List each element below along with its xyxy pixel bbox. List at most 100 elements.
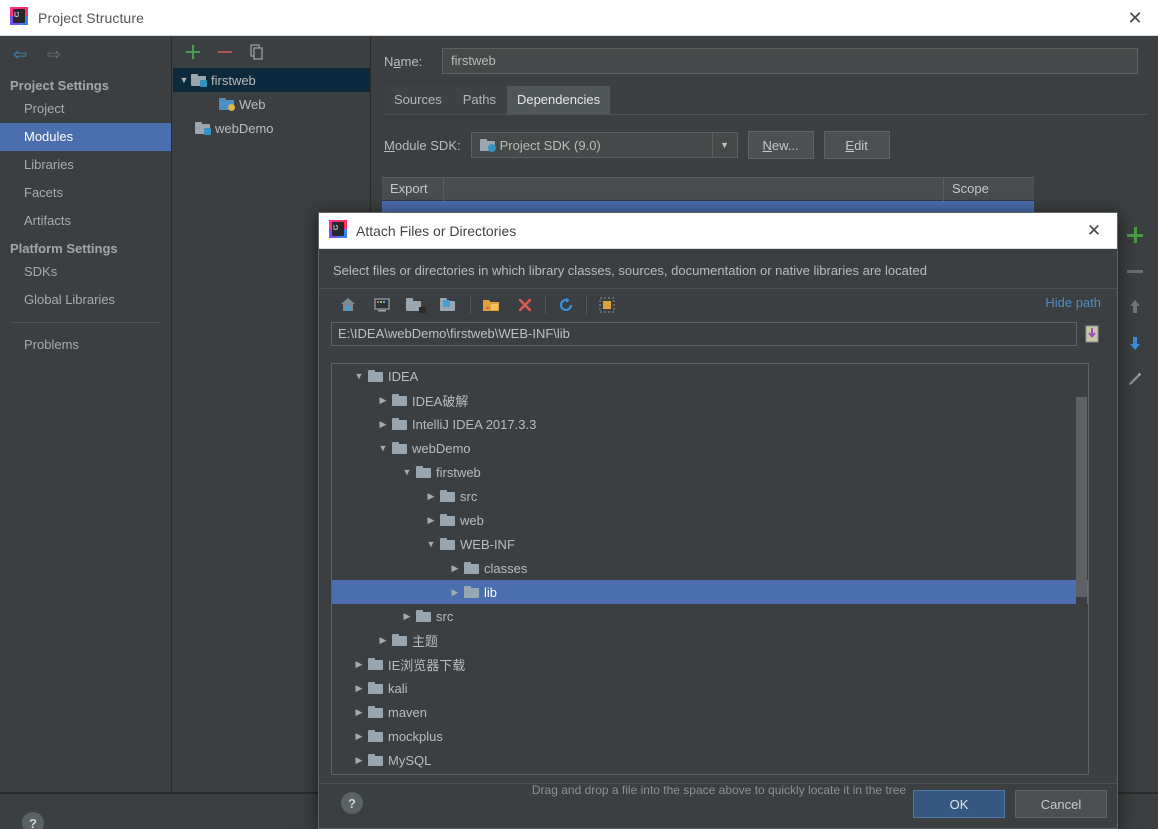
path-input[interactable]: E:\IDEA\webDemo\firstweb\WEB-INF\lib [331, 322, 1077, 346]
edit-sdk-button[interactable]: Edit [823, 131, 890, 159]
window-titlebar: Project Structure ✕ [0, 0, 1158, 36]
scrollbar-thumb[interactable] [1076, 397, 1087, 597]
column-header-export[interactable]: Export [382, 177, 444, 201]
chevron-right-icon[interactable]: ▶ [350, 683, 368, 694]
cancel-button[interactable]: Cancel [1015, 790, 1107, 818]
arrow-left-icon[interactable]: ⇦ [10, 44, 30, 64]
tree-row-src-2[interactable]: ▶ src [332, 604, 1088, 628]
tree-row-web-inf[interactable]: ▼ WEB-INF [332, 532, 1088, 556]
sidebar-item-global-libraries[interactable]: Global Libraries [0, 286, 171, 314]
attach-files-dialog: Attach Files or Directories ✕ Select fil… [318, 212, 1118, 829]
chevron-right-icon[interactable]: ▶ [374, 395, 392, 406]
plus-icon[interactable] [1126, 226, 1144, 244]
column-header-name[interactable] [444, 177, 944, 201]
tree-row-lib[interactable]: ▶ lib [332, 580, 1088, 604]
tree-row-label: classes [484, 560, 528, 576]
chevron-right-icon[interactable]: ▶ [350, 731, 368, 742]
ok-button[interactable]: OK [913, 790, 1005, 818]
module-tree-row-web[interactable]: Web [173, 92, 370, 116]
tree-row-idea[interactable]: ▼ IDEA [332, 364, 1088, 388]
chevron-right-icon[interactable]: ▶ [398, 611, 416, 622]
file-tree[interactable]: ▼ IDEA ▶ IDEA破解 ▶ IntelliJ IDEA 2017.3.3… [331, 363, 1089, 775]
column-header-scope[interactable]: Scope [944, 177, 1034, 201]
chevron-right-icon[interactable]: ▶ [446, 587, 464, 598]
folder-icon [368, 730, 383, 742]
close-icon[interactable]: ✕ [1071, 213, 1117, 249]
tree-row-label: 主题 [412, 633, 439, 649]
chevron-down-icon[interactable]: ▼ [711, 133, 737, 157]
sidebar-item-project[interactable]: Project [0, 95, 171, 123]
hidden-files-icon[interactable] [590, 292, 624, 318]
tree-row-theme[interactable]: ▶ 主题 [332, 628, 1088, 652]
folder-icon [440, 490, 455, 502]
dependencies-side-toolbar [1112, 216, 1158, 446]
sidebar-item-libraries[interactable]: Libraries [0, 151, 171, 179]
close-icon[interactable]: ✕ [1112, 0, 1158, 36]
copy-icon[interactable] [249, 44, 265, 60]
tree-row-web[interactable]: ▶ web [332, 508, 1088, 532]
sidebar-divider [10, 322, 161, 323]
delete-x-icon[interactable] [508, 292, 542, 318]
module-tree-row-firstweb[interactable]: ▼ firstweb [173, 68, 370, 92]
arrow-right-icon[interactable]: ⇨ [44, 44, 64, 64]
tab-paths[interactable]: Paths [452, 86, 506, 114]
tree-row-firstweb[interactable]: ▼ firstweb [332, 460, 1088, 484]
tree-row-src[interactable]: ▶ src [332, 484, 1088, 508]
sidebar-item-artifacts[interactable]: Artifacts [0, 207, 171, 235]
path-history-icon[interactable] [1081, 322, 1103, 346]
chevron-right-icon[interactable]: ▶ [374, 635, 392, 646]
tree-row-mysql[interactable]: ▶ MySQL [332, 748, 1088, 772]
new-folder-icon[interactable] [474, 292, 508, 318]
folder-icon [392, 634, 407, 646]
chevron-down-icon[interactable]: ▼ [422, 539, 440, 549]
chevron-down-icon[interactable]: ▼ [374, 443, 392, 453]
sidebar-item-modules[interactable]: Modules [0, 123, 171, 151]
minus-icon[interactable] [217, 44, 233, 60]
sidebar-item-facets[interactable]: Facets [0, 179, 171, 207]
chevron-right-icon[interactable]: ▶ [422, 515, 440, 526]
tree-row-label: web [460, 512, 484, 528]
tree-row-idea-crack[interactable]: ▶ IDEA破解 [332, 388, 1088, 412]
chevron-down-icon[interactable]: ▼ [398, 467, 416, 477]
dialog-help-button[interactable]: ? [341, 792, 363, 814]
project-folder-icon[interactable] [399, 292, 433, 318]
module-folder-icon [195, 122, 211, 135]
arrow-up-icon[interactable] [1126, 298, 1144, 316]
chevron-down-icon[interactable]: ▼ [350, 371, 368, 381]
new-sdk-button[interactable]: New... [747, 131, 814, 159]
hide-path-link[interactable]: Hide path [1045, 295, 1101, 310]
window-title: Project Structure [38, 9, 144, 26]
tree-row-maven[interactable]: ▶ maven [332, 700, 1088, 724]
chevron-right-icon[interactable]: ▶ [422, 491, 440, 502]
tree-row-mockplus[interactable]: ▶ mockplus [332, 724, 1088, 748]
module-folder-icon[interactable] [433, 292, 467, 318]
tab-dependencies[interactable]: Dependencies [506, 86, 611, 114]
chevron-right-icon[interactable]: ▶ [446, 563, 464, 574]
refresh-icon[interactable] [549, 292, 583, 318]
chevron-right-icon[interactable]: ▶ [374, 419, 392, 430]
minus-icon[interactable] [1126, 262, 1144, 280]
dependencies-table-header: Export Scope [382, 177, 1034, 201]
help-button[interactable]: ? [22, 812, 44, 829]
module-tree-row-webdemo[interactable]: webDemo [173, 116, 370, 140]
arrow-down-icon[interactable] [1126, 334, 1144, 352]
module-name-input[interactable]: firstweb [442, 48, 1138, 74]
tree-row-kali[interactable]: ▶ kali [332, 676, 1088, 700]
plus-icon[interactable] [185, 44, 201, 60]
tree-row-ie-browser-download[interactable]: ▶ IE浏览器下载 [332, 652, 1088, 676]
chevron-down-icon[interactable]: ▼ [177, 75, 191, 85]
sidebar-item-problems[interactable]: Problems [0, 331, 171, 359]
desktop-icon[interactable] [365, 292, 399, 318]
tree-row-webdemo[interactable]: ▼ webDemo [332, 436, 1088, 460]
home-icon[interactable] [331, 292, 365, 318]
tree-row-classes[interactable]: ▶ classes [332, 556, 1088, 580]
tab-sources[interactable]: Sources [384, 86, 452, 114]
chevron-right-icon[interactable]: ▶ [350, 659, 368, 670]
pencil-icon[interactable] [1126, 370, 1144, 388]
tree-row-label: maven [388, 704, 428, 720]
sidebar-item-sdks[interactable]: SDKs [0, 258, 171, 286]
chevron-right-icon[interactable]: ▶ [350, 707, 368, 718]
module-sdk-select[interactable]: Project SDK (9.0) ▼ [470, 132, 738, 158]
chevron-right-icon[interactable]: ▶ [350, 755, 368, 766]
tree-row-intellij-idea-2017[interactable]: ▶ IntelliJ IDEA 2017.3.3 [332, 412, 1088, 436]
